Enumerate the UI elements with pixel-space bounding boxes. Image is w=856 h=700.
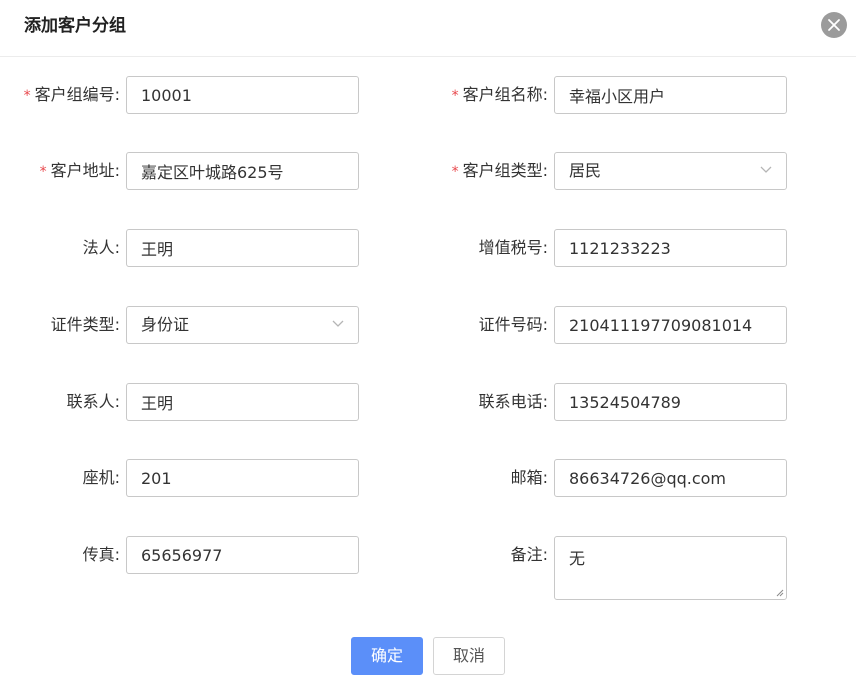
landline-input[interactable] [127,460,358,496]
form-row-3: 法人: 增值税号: [0,229,856,267]
form-row-7: 传真: 备注: 无 [0,536,856,600]
required-mark: * [451,88,459,104]
legal-person-field[interactable] [126,229,359,267]
fax-input[interactable] [127,537,358,573]
fax-field[interactable] [126,536,359,574]
vat-no-field[interactable] [554,229,787,267]
contact-field[interactable] [126,383,359,421]
id-type-label: 证件类型: [50,315,120,334]
id-no-input[interactable] [555,307,786,343]
required-mark: * [451,164,459,180]
customer-group-type-label: * 客户组类型: [451,161,548,180]
landline-label: 座机: [82,468,120,487]
contact-phone-field[interactable] [554,383,787,421]
customer-group-type-value: 居民 [569,161,602,180]
contact-phone-label: 联系电话: [478,392,548,411]
contact-phone-input[interactable] [555,384,786,420]
customer-group-name-input[interactable] [555,77,786,113]
confirm-button[interactable]: 确定 [351,637,423,675]
required-mark: * [23,88,31,104]
customer-group-type-select[interactable]: 居民 [554,152,787,190]
customer-group-no-input[interactable] [127,77,358,113]
id-type-select[interactable]: 身份证 [126,306,359,344]
dialog-title: 添加客户分组 [24,16,126,36]
close-icon [828,19,840,31]
resize-grip-icon[interactable] [775,588,784,597]
cancel-button[interactable]: 取消 [433,637,505,675]
legal-person-input[interactable] [127,230,358,266]
chevron-down-icon [332,320,344,327]
fax-label: 传真: [82,545,120,564]
required-mark: * [39,164,47,180]
id-no-label: 证件号码: [478,315,548,334]
form-row-4: 证件类型: 身份证 证件号码: [0,306,856,344]
form-row-1: *客户组编号: *客户组名称: [0,76,856,114]
contact-input[interactable] [127,384,358,420]
customer-group-no-field[interactable] [126,76,359,114]
legal-person-label: 法人: [82,238,120,257]
email-input[interactable] [555,460,786,496]
remark-label: 备注: [510,545,548,564]
contact-label: 联系人: [66,392,120,411]
customer-group-name-field[interactable] [554,76,787,114]
id-no-field[interactable] [554,306,787,344]
email-label: 邮箱: [510,468,548,487]
dialog-header: 添加客户分组 [0,0,856,57]
add-customer-group-dialog: 添加客户分组 *客户组编号: *客户组名称: *客户地址: *客户组类型: 居民… [0,0,856,700]
remark-field[interactable]: 无 [554,536,787,600]
customer-address-field[interactable] [126,152,359,190]
chevron-down-icon [760,166,772,173]
vat-no-label: 增值税号: [478,238,548,257]
customer-address-label: * 客户地址: [39,161,120,180]
form-row-6: 座机: 邮箱: [0,459,856,497]
email-field[interactable] [554,459,787,497]
form-row-2: *客户地址: *客户组类型: 居民 [0,152,856,190]
vat-no-input[interactable] [555,230,786,266]
landline-field[interactable] [126,459,359,497]
customer-address-input[interactable] [127,153,358,189]
form-row-5: 联系人: 联系电话: [0,383,856,421]
close-button[interactable] [821,12,847,38]
customer-group-no-label: * 客户组编号: [23,85,120,104]
id-type-value: 身份证 [141,315,190,334]
remark-textarea[interactable]: 无 [555,537,786,599]
customer-group-name-label: * 客户组名称: [451,85,548,104]
